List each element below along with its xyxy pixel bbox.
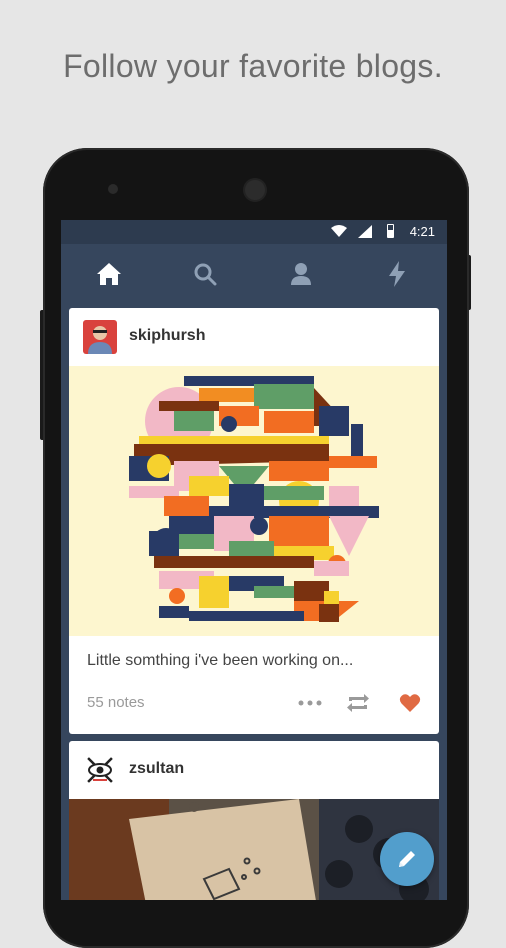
nav-activity[interactable] (380, 258, 414, 290)
more-options-icon[interactable] (297, 696, 323, 710)
nav-home[interactable] (92, 258, 126, 290)
avatar[interactable] (83, 753, 117, 787)
post-username[interactable]: skiphursh (129, 327, 205, 345)
lightning-icon (389, 261, 405, 287)
reblog-icon[interactable] (346, 692, 370, 714)
geometric-artwork (129, 376, 379, 622)
post-card: zsultan (69, 741, 439, 900)
phone-camera (245, 180, 265, 200)
battery-icon (387, 224, 394, 238)
notes-count[interactable]: 55 notes (87, 694, 145, 711)
post-image[interactable] (69, 366, 439, 636)
avatar[interactable] (83, 320, 117, 354)
search-icon (194, 263, 217, 286)
post-username[interactable]: zsultan (129, 760, 184, 778)
wifi-icon (331, 225, 347, 237)
home-icon (97, 263, 121, 285)
post-header: skiphursh (69, 308, 439, 366)
headline: Follow your favorite blogs. (63, 48, 443, 84)
top-nav (61, 244, 447, 304)
status-bar: 4:21 (61, 220, 447, 244)
avatar-image (83, 753, 117, 787)
phone-sensor (108, 184, 118, 194)
post-header: zsultan (69, 741, 439, 799)
avatar-image (83, 320, 117, 354)
app-screen: 4:21 skiphursh Little somthing i've been… (61, 220, 447, 900)
signal-icon (358, 225, 372, 238)
person-icon (291, 263, 311, 285)
post-footer: 55 notes (69, 676, 439, 734)
post-caption: Little somthing i've been working on... (87, 652, 354, 669)
status-time: 4:21 (409, 224, 435, 239)
post-card: skiphursh Little somthing i've been work… (69, 308, 439, 734)
nav-account[interactable] (284, 258, 318, 290)
pencil-icon (399, 851, 415, 867)
heart-icon[interactable] (399, 692, 421, 714)
compose-button[interactable] (380, 832, 434, 886)
nav-search[interactable] (188, 258, 222, 290)
